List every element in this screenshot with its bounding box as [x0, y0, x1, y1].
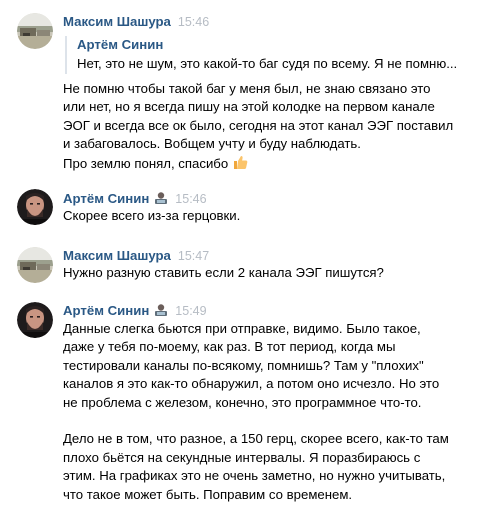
chat-history: Максим Шашура 15:46 Артём Синин Нет, это …: [0, 0, 490, 516]
message-line: каналов я это как-то обнаружил, а потом …: [63, 376, 440, 392]
author-name[interactable]: Артём Синин: [63, 191, 149, 206]
reply-quote[interactable]: Артём Синин Нет, это не шум, это какой-т…: [65, 36, 490, 74]
portrait-photo-avatar-icon: [17, 302, 53, 338]
avatar[interactable]: [17, 189, 53, 225]
message-text: Не помню чтобы такой баг у меня был, не …: [63, 80, 483, 172]
message-line: Не помню чтобы такой баг у меня был, не …: [63, 81, 431, 96]
thumbs-up-icon: [232, 154, 249, 176]
avatar[interactable]: [17, 302, 53, 338]
author-name[interactable]: Максим Шашура: [63, 248, 171, 263]
message-line: этим. На графиках это не очень заметно, …: [63, 468, 446, 484]
author-name[interactable]: Артём Синин: [63, 303, 149, 318]
message-text: Нужно разную ставить если 2 канала ЭЭГ п…: [63, 264, 483, 282]
message-time[interactable]: 15:46: [175, 192, 206, 206]
message-line: Про землю понял, спасибо: [63, 155, 229, 171]
message-line: и забаговалось. Вобщем учту и буду наблю…: [63, 136, 361, 152]
message-line: что такое может быть. Поправим со времен…: [63, 486, 353, 502]
author-name[interactable]: Максим Шашура: [63, 14, 171, 29]
message-line-with-emoji: Про землю понял, спасибо: [63, 154, 483, 172]
message-line: Данные слегка бьются при отправке, видим…: [63, 321, 421, 336]
message-line: тестировали каналы по-всякому, помнишь? …: [63, 357, 424, 373]
message-header: Артём Синин 15:49: [63, 302, 207, 320]
message-line: Скорее всего из-за герцовки.: [63, 208, 241, 223]
message-line: ЭОГ и всегда все ок было, сегодня на это…: [63, 117, 454, 133]
message-line: плохо бьётся на секундные интервалы. Я п…: [63, 449, 421, 465]
message-text: Данные слегка бьются при отправке, видим…: [63, 320, 483, 504]
avatar[interactable]: [17, 13, 53, 49]
avatar[interactable]: [17, 247, 53, 283]
message-header: Артём Синин 15:46: [63, 190, 207, 208]
message-line: Нужно разную ставить если 2 канала ЭЭГ п…: [63, 265, 384, 280]
message-header: Максим Шашура 15:47: [63, 247, 209, 265]
message-line: не проблема с железом, конечно, это прог…: [63, 394, 422, 410]
landscape-photo-avatar-icon: [17, 247, 53, 283]
message-header: Максим Шашура 15:46: [63, 13, 209, 31]
message-text: Скорее всего из-за герцовки.: [63, 207, 483, 225]
message-time[interactable]: 15:47: [178, 249, 209, 263]
message-line: даже у тебя по-моему, как раз. В тот пер…: [63, 339, 396, 355]
message-time[interactable]: 15:46: [178, 15, 209, 29]
message-line: или нет, но я всегда пишу на этой колодк…: [63, 99, 435, 115]
message-line: Дело не в том, что разное, а 150 герц, с…: [63, 431, 449, 447]
portrait-photo-avatar-icon: [17, 189, 53, 225]
landscape-photo-avatar-icon: [17, 13, 53, 49]
quote-text: Нет, это не шум, это какой-то баг судя п…: [77, 56, 458, 71]
message-time[interactable]: 15:49: [175, 304, 206, 318]
quote-author[interactable]: Артём Синин: [77, 36, 490, 54]
